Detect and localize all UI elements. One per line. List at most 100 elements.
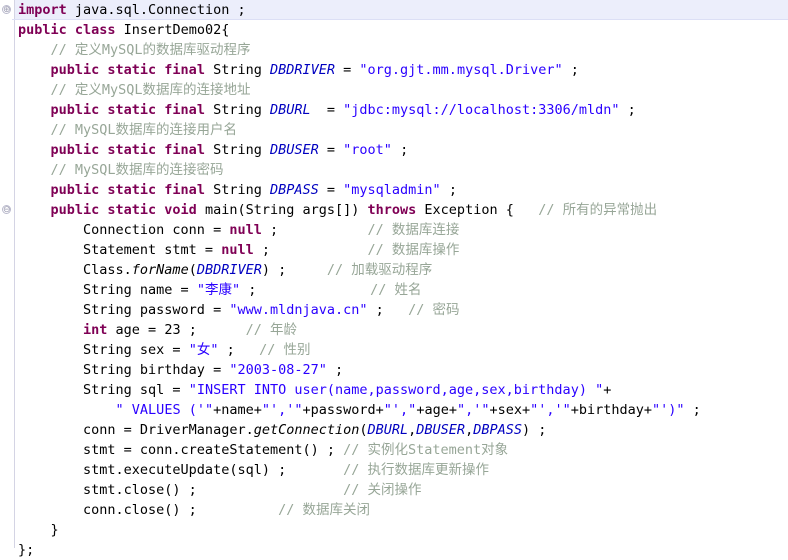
token-str: "org.gjt.mm.mysql.Driver" bbox=[359, 62, 563, 78]
code-line[interactable]: Connection conn = null ; // 数据库连接 bbox=[15, 220, 788, 240]
token-pln bbox=[18, 322, 83, 338]
token-pln: stmt = conn.createStatement() ; bbox=[18, 442, 344, 458]
token-cmt: // 实例化Statement对象 bbox=[343, 442, 509, 458]
token-pln bbox=[18, 142, 51, 158]
code-line[interactable]: // MySQL数据库的连接用户名 bbox=[15, 120, 788, 140]
token-pln: ; bbox=[562, 62, 579, 78]
code-editor[interactable]: ⊕ ⊖ import java.sql.Connection ; public cl… bbox=[0, 0, 788, 558]
code-line[interactable]: stmt.executeUpdate(sql) ; // 执行数据库更新操作 bbox=[15, 460, 788, 480]
token-pln: ) ; bbox=[261, 262, 327, 278]
token-pln: ; bbox=[619, 102, 636, 118]
token-pln bbox=[18, 162, 51, 178]
token-cmt: // 定义MySQL数据库的连接地址 bbox=[50, 82, 251, 98]
code-line[interactable]: String sql = "INSERT INTO user(name,pass… bbox=[15, 380, 788, 400]
token-kw: import bbox=[18, 2, 67, 18]
token-kw: public static final bbox=[50, 102, 205, 118]
token-fld: DBUSER bbox=[269, 142, 319, 158]
token-fld: DBURL bbox=[367, 422, 409, 438]
token-pln: String name = bbox=[18, 282, 197, 298]
token-str: "www.mldnjava.cn" bbox=[229, 302, 368, 318]
code-line[interactable]: public static final String DBDRIVER = "o… bbox=[15, 60, 788, 80]
token-pln: ; bbox=[367, 302, 409, 318]
token-pln bbox=[18, 182, 51, 198]
token-pln: +age+ bbox=[416, 402, 457, 418]
token-cmt: // 数据库关闭 bbox=[278, 502, 370, 518]
token-pln: ; bbox=[240, 282, 371, 298]
token-pln: String bbox=[204, 182, 270, 198]
token-pln: ( bbox=[188, 262, 197, 278]
code-line[interactable]: import java.sql.Connection ; bbox=[12, 0, 788, 20]
code-line[interactable]: public class InsertDemo02{ bbox=[15, 20, 788, 40]
token-pln: main(String args[]) bbox=[196, 202, 368, 218]
code-line[interactable]: Statement stmt = null ; // 数据库操作 bbox=[15, 240, 788, 260]
token-pln: ; bbox=[218, 342, 260, 358]
code-line[interactable]: }; bbox=[15, 540, 788, 560]
token-str: "jdbc:mysql://localhost:3306/mldn" bbox=[343, 102, 620, 118]
code-line[interactable]: String name = "李康" ; // 姓名 bbox=[15, 280, 788, 300]
token-pln: conn = DriverManager. bbox=[18, 422, 254, 438]
code-line[interactable]: } bbox=[15, 520, 788, 540]
editor-gutter[interactable] bbox=[0, 0, 14, 548]
token-pln: java.sql.Connection ; bbox=[66, 2, 246, 18]
code-line[interactable]: // MySQL数据库的连接密码 bbox=[15, 160, 788, 180]
code-line[interactable]: conn = DriverManager.getConnection(DBURL… bbox=[15, 420, 788, 440]
token-str: "2003-08-27" bbox=[229, 362, 327, 378]
code-line[interactable]: stmt = conn.createStatement() ; // 实例化St… bbox=[15, 440, 788, 460]
code-line[interactable]: String password = "www.mldnjava.cn" ; //… bbox=[15, 300, 788, 320]
token-cmt: // MySQL数据库的连接密码 bbox=[50, 162, 224, 178]
code-line[interactable]: // 定义MySQL的数据库驱动程序 bbox=[15, 40, 788, 60]
token-str: "')" bbox=[652, 402, 685, 418]
token-pln: stmt.executeUpdate(sql) ; bbox=[18, 462, 344, 478]
code-line[interactable]: public static final String DBPASS = "mys… bbox=[15, 180, 788, 200]
token-pln bbox=[18, 82, 51, 98]
code-content[interactable]: import java.sql.Connection ; public class… bbox=[12, 0, 788, 558]
token-cmt: // MySQL数据库的连接用户名 bbox=[50, 122, 238, 138]
token-cmt: // 定义MySQL的数据库驱动程序 bbox=[50, 42, 251, 58]
token-str: "','" bbox=[261, 402, 303, 418]
code-line[interactable]: public static final String DBURL = "jdbc… bbox=[15, 100, 788, 120]
fold-collapse-icon[interactable]: ⊖ bbox=[2, 205, 11, 215]
token-pln: ; bbox=[440, 182, 457, 198]
token-cmt: // 数据库操作 bbox=[367, 242, 460, 258]
token-fld: DBPASS bbox=[473, 422, 522, 438]
code-line[interactable]: Class.forName(DBDRIVER) ; // 加载驱动程序 bbox=[15, 260, 788, 280]
code-line[interactable]: int age = 23 ; // 年龄 bbox=[15, 320, 788, 340]
token-pln bbox=[18, 62, 51, 78]
token-pln: + bbox=[603, 382, 612, 398]
token-pln: = bbox=[335, 62, 360, 78]
code-line[interactable]: stmt.close() ; // 关闭操作 bbox=[15, 480, 788, 500]
token-pln: , bbox=[465, 422, 474, 438]
token-fld: DBUSER bbox=[416, 422, 466, 438]
token-pln bbox=[18, 122, 51, 138]
fold-expand-icon[interactable]: ⊕ bbox=[2, 5, 11, 15]
code-line[interactable]: conn.close() ; // 数据库关闭 bbox=[15, 500, 788, 520]
token-pln: String bbox=[204, 142, 270, 158]
token-str: "mysqladmin" bbox=[343, 182, 441, 198]
token-str: "'," bbox=[383, 402, 417, 418]
code-line[interactable]: // 定义MySQL数据库的连接地址 bbox=[15, 80, 788, 100]
token-fld: DBPASS bbox=[269, 182, 319, 198]
token-kw: public static final bbox=[50, 142, 205, 158]
token-pln: } bbox=[18, 522, 59, 538]
token-pln: stmt.close() ; bbox=[18, 482, 344, 498]
code-line[interactable]: " VALUES ('"+name+"','"+password+"',"+ag… bbox=[15, 400, 788, 420]
code-line[interactable]: public static final String DBUSER = "roo… bbox=[15, 140, 788, 160]
token-pln: +birthday+ bbox=[570, 402, 653, 418]
token-pln: String sex = bbox=[18, 342, 189, 358]
token-pln bbox=[18, 402, 116, 418]
token-pln: conn.close() ; bbox=[18, 502, 279, 518]
token-pln: ( bbox=[359, 422, 368, 438]
code-line[interactable]: String sex = "女" ; // 性别 bbox=[15, 340, 788, 360]
token-kw: public static final bbox=[50, 182, 205, 198]
token-pln: ; bbox=[391, 142, 409, 158]
token-pln: Connection conn = bbox=[18, 222, 230, 238]
code-line[interactable]: public static void main(String args[]) t… bbox=[15, 200, 788, 220]
token-str: "李康" bbox=[196, 282, 241, 298]
token-str: "root" bbox=[343, 142, 392, 158]
token-pln bbox=[18, 102, 51, 118]
token-mth: getConnection bbox=[253, 422, 360, 438]
token-kw: null bbox=[229, 222, 262, 238]
token-kw: public static void bbox=[50, 202, 197, 218]
token-pln bbox=[18, 42, 51, 58]
code-line[interactable]: String birthday = "2003-08-27" ; bbox=[15, 360, 788, 380]
